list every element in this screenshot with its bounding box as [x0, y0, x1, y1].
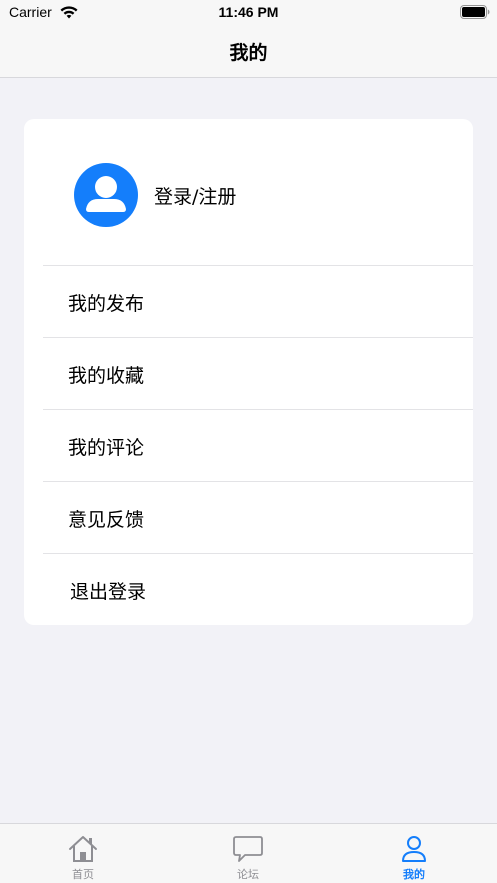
- menu-item-label: 退出登录: [70, 581, 147, 603]
- menu-item-feedback[interactable]: 意见反馈: [43, 481, 473, 553]
- login-register-row[interactable]: 登录/注册: [24, 119, 473, 265]
- tab-label: 首页: [72, 868, 94, 881]
- avatar[interactable]: [74, 163, 138, 227]
- clock: 11:46 PM: [218, 4, 279, 20]
- person-icon: [86, 176, 126, 212]
- menu-item-my-posts[interactable]: 我的发布: [43, 265, 473, 337]
- tab-mine[interactable]: 我的: [364, 824, 464, 883]
- page-title: 我的: [229, 42, 268, 64]
- tab-home[interactable]: 首页: [33, 824, 133, 883]
- tab-label: 论坛: [237, 868, 259, 881]
- menu-item-label: 意见反馈: [68, 509, 145, 531]
- menu-item-my-favorites[interactable]: 我的收藏: [43, 337, 473, 409]
- tab-forum[interactable]: 论坛: [198, 824, 298, 883]
- battery-icon: [460, 5, 490, 19]
- menu-item-label: 我的收藏: [68, 365, 145, 387]
- navigation-bar: 我的: [0, 26, 497, 78]
- tab-label: 我的: [403, 868, 425, 881]
- menu-item-label: 我的发布: [68, 293, 145, 315]
- status-bar: Carrier 11:46 PM: [0, 0, 497, 26]
- login-register-label[interactable]: 登录/注册: [154, 182, 236, 209]
- menu-item-logout[interactable]: 退出登录: [43, 553, 473, 625]
- chat-bubble-icon: [233, 836, 263, 862]
- menu-item-my-comments[interactable]: 我的评论: [43, 409, 473, 481]
- person-icon: [402, 836, 426, 862]
- menu-item-label: 我的评论: [68, 437, 145, 459]
- tab-bar: 首页 论坛 我的: [0, 823, 497, 883]
- home-icon: [69, 836, 97, 862]
- profile-menu-card: 登录/注册 我的发布 我的收藏 我的评论 意见反馈 退出登录: [24, 119, 473, 625]
